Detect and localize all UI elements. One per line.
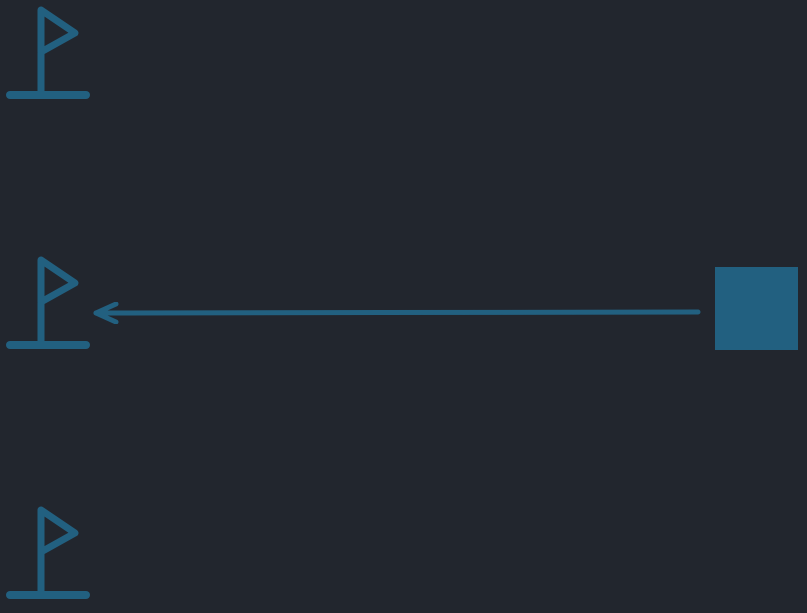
player-block[interactable] (715, 267, 798, 350)
flag-icon[interactable] (6, 6, 90, 100)
flag-icon[interactable] (6, 506, 90, 600)
game-board (0, 0, 807, 613)
flag-icon[interactable] (6, 256, 90, 350)
arrow-left-icon (93, 302, 701, 324)
